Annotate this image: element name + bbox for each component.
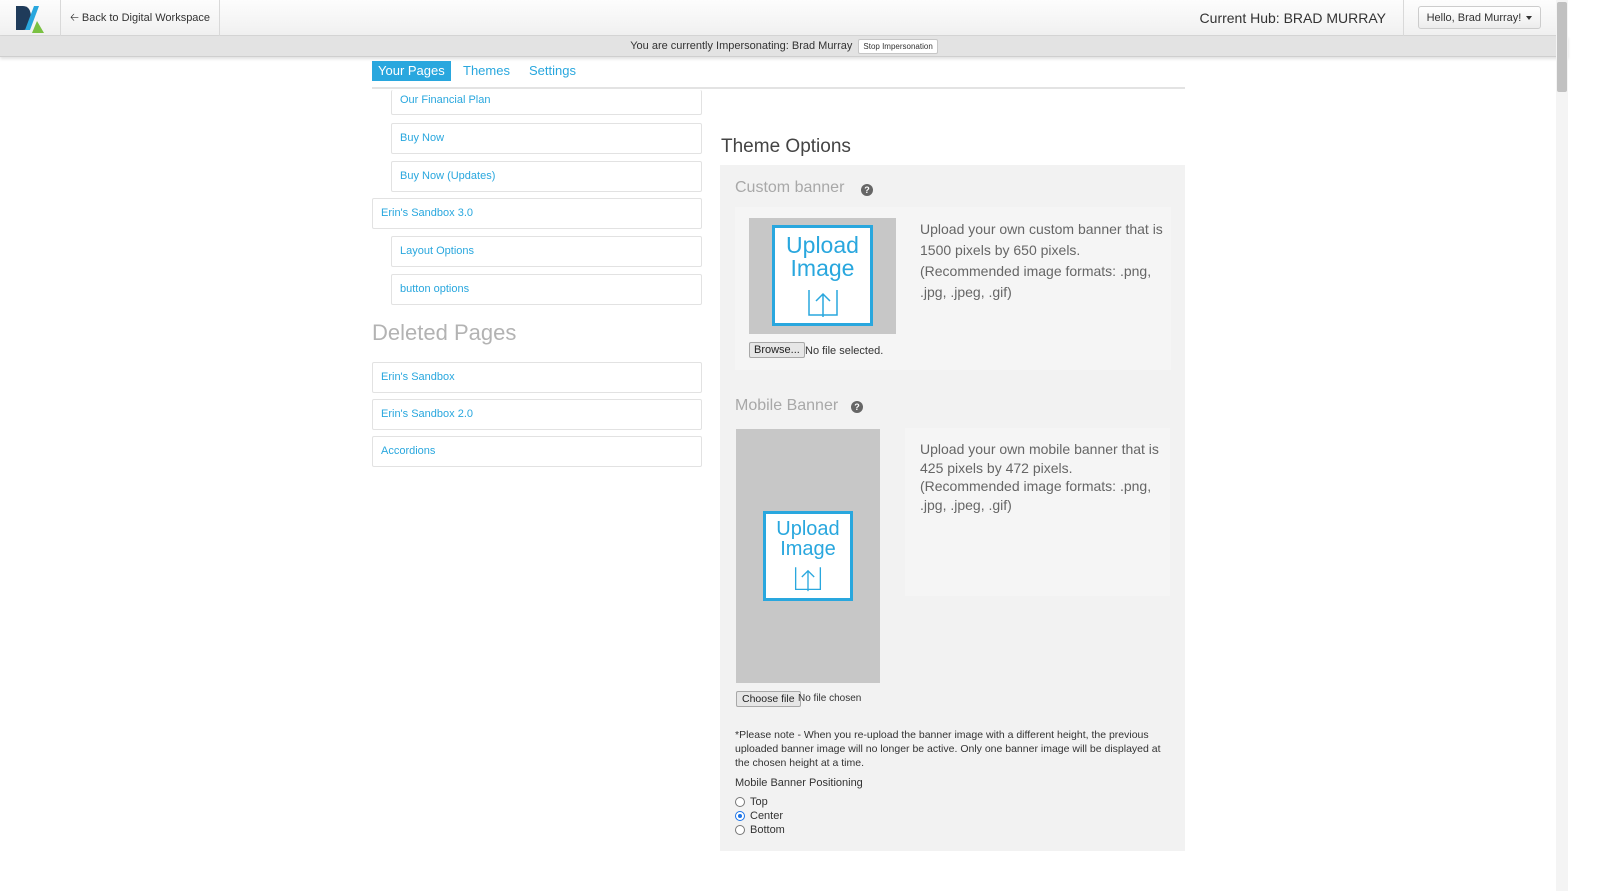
- user-menu-dropdown[interactable]: Hello, Brad Murray!: [1418, 6, 1541, 29]
- deleted-pages-heading: Deleted Pages: [372, 320, 517, 345]
- upload-arrow-icon: [807, 290, 838, 317]
- radio-option-bottom[interactable]: Bottom: [735, 823, 785, 837]
- tab-your-pages[interactable]: Your Pages: [372, 61, 451, 81]
- browse-button[interactable]: Browse...: [749, 342, 805, 358]
- mobile-banner-description: Upload your own mobile banner that is 42…: [920, 441, 1159, 513]
- deleted-item-erins-sandbox[interactable]: Erin's Sandbox: [372, 362, 702, 393]
- radio-option-top[interactable]: Top: [735, 795, 768, 809]
- tab-settings[interactable]: Settings: [523, 61, 582, 81]
- help-icon[interactable]: ?: [851, 401, 863, 413]
- radio-center-label: Center: [750, 810, 784, 822]
- top-navbar: 🡠 Back to Digital Workspace Current Hub:…: [0, 0, 1568, 36]
- mobile-banner-title: Mobile Banner: [735, 397, 839, 414]
- mobile-banner-file-status: No file chosen: [798, 693, 862, 704]
- upload-arrow-icon: [794, 567, 822, 592]
- radio-center[interactable]: [735, 811, 745, 821]
- upload-text-line1: Upload: [776, 518, 840, 540]
- page-item-erins-sandbox-3[interactable]: Erin's Sandbox 3.0: [372, 198, 702, 229]
- page-item-our-financial-plan[interactable]: Our Financial Plan: [391, 90, 702, 115]
- scrollbar-thumb[interactable]: [1557, 2, 1567, 92]
- banner-height-note: *Please note - When you re-upload the ba…: [735, 729, 1161, 769]
- back-link-label: Back to Digital Workspace: [81, 12, 211, 24]
- stop-impersonation-button[interactable]: Stop Impersonation: [858, 38, 938, 54]
- help-icon[interactable]: ?: [861, 184, 873, 196]
- tab-divider: [372, 87, 1185, 89]
- upload-image-icon[interactable]: Upload Image: [772, 225, 873, 326]
- custom-banner-file-status: No file selected.: [805, 345, 884, 357]
- arrow-left-icon: 🡠: [69, 11, 79, 24]
- tab-themes[interactable]: Themes: [457, 61, 516, 81]
- upload-text-line1: Upload: [786, 232, 859, 258]
- upload-text-line2: Image: [780, 538, 836, 560]
- radio-top-label: Top: [750, 796, 768, 808]
- user-menu-label: Hello, Brad Murray!: [1426, 11, 1522, 24]
- divider: [1403, 0, 1404, 36]
- choose-file-button[interactable]: Choose file: [736, 691, 801, 707]
- page-item-buy-now[interactable]: Buy Now: [391, 123, 702, 154]
- radio-top[interactable]: [735, 797, 745, 807]
- custom-banner-title: Custom banner: [735, 179, 845, 196]
- radio-bottom[interactable]: [735, 825, 745, 835]
- back-to-workspace-link[interactable]: 🡠 Back to Digital Workspace: [61, 0, 220, 36]
- page-item-buy-now-updates[interactable]: Buy Now (Updates): [391, 161, 702, 192]
- da-logo-icon: [16, 6, 44, 33]
- current-hub-label: Current Hub: BRAD MURRAY: [1199, 10, 1386, 26]
- page-item-button-options[interactable]: button options: [391, 274, 702, 305]
- caret-down-icon: [1526, 15, 1533, 20]
- upload-text-line2: Image: [790, 255, 855, 281]
- deleted-item-erins-sandbox-2[interactable]: Erin's Sandbox 2.0: [372, 399, 702, 430]
- deleted-item-accordions[interactable]: Accordions: [372, 436, 702, 467]
- impersonation-bar: You are currently Impersonating: Brad Mu…: [0, 36, 1568, 57]
- mobile-banner-positioning-label: Mobile Banner Positioning: [735, 777, 863, 789]
- custom-banner-description: Upload your own custom banner that is 15…: [920, 221, 1163, 300]
- upload-image-icon[interactable]: Upload Image: [763, 511, 853, 601]
- radio-option-center[interactable]: Center: [735, 809, 783, 823]
- page-item-layout-options[interactable]: Layout Options: [391, 236, 702, 267]
- impersonation-text: You are currently Impersonating: Brad Mu…: [630, 40, 853, 52]
- page-scrollbar[interactable]: [1556, 0, 1568, 891]
- radio-bottom-label: Bottom: [750, 824, 785, 836]
- logo[interactable]: [0, 0, 61, 36]
- theme-options-title: Theme Options: [721, 136, 851, 157]
